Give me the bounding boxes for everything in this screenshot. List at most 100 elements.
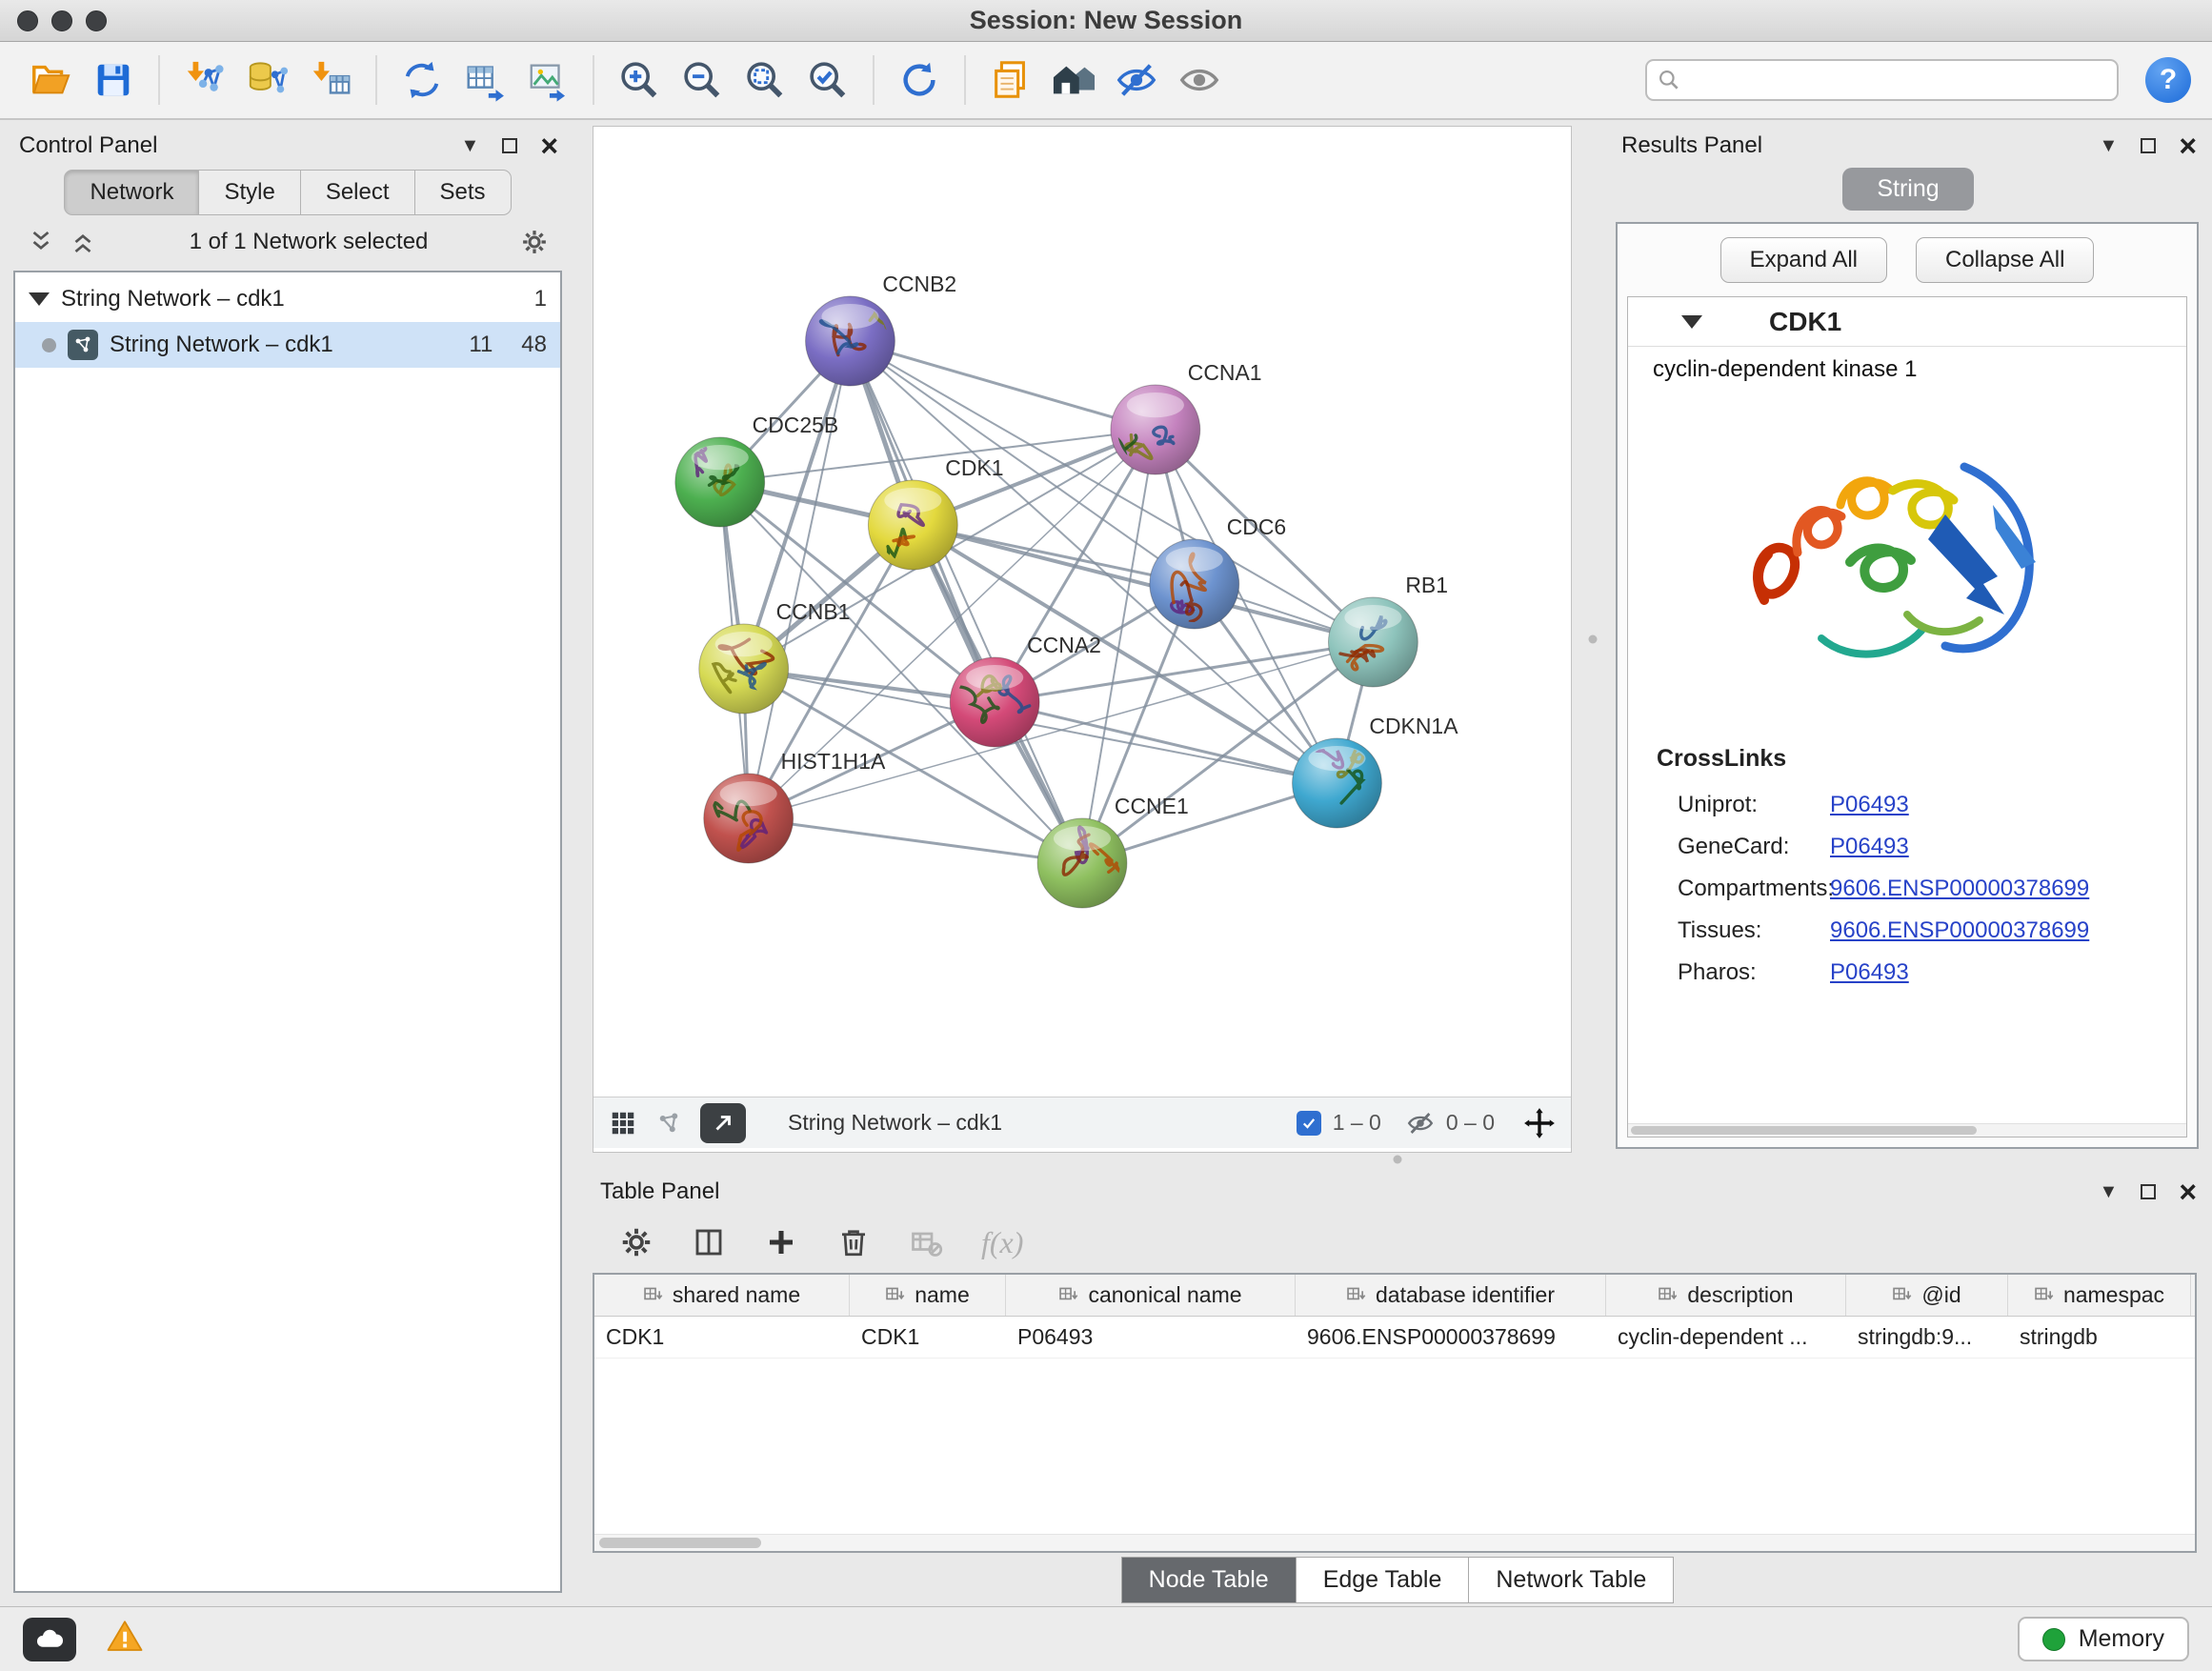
expand-all-button[interactable]: Expand All [1720,237,1887,283]
close-panel-icon[interactable]: × [2179,1177,2197,1207]
birdseye-grid-icon[interactable] [609,1109,637,1137]
tab-node-table[interactable]: Node Table [1121,1557,1297,1603]
node-CDC6[interactable]: CDC6 [1150,514,1286,629]
tab-sets[interactable]: Sets [415,170,512,215]
float-panel-icon[interactable] [2137,134,2160,157]
function-builder-button[interactable]: f(x) [981,1225,1023,1260]
show-columns-icon[interactable] [692,1225,726,1259]
tab-style[interactable]: Style [199,170,300,215]
move-crosshair-icon[interactable] [1523,1107,1556,1139]
gear-icon[interactable] [520,228,549,256]
collapse-all-button[interactable]: Collapse All [1916,237,2094,283]
import-network-file-button[interactable] [175,50,234,110]
edge-CCNA2-CDKN1A[interactable] [995,702,1337,783]
node-CDK1[interactable]: CDK1 [868,455,1003,576]
panel-menu-icon[interactable]: ▼ [461,135,480,157]
horizontal-splitter[interactable] [593,1153,2202,1166]
node-CDKN1A[interactable]: CDKN1A [1293,714,1459,828]
node-CCNA1[interactable]: CCNA1 [1111,360,1262,480]
network-canvas[interactable]: CCNB2CCNA1CDC25BCDK1CDC6RB1CCNB1CCNA2CDK… [593,127,1571,1097]
maximize-window-button[interactable] [86,10,107,31]
column-header-database-identifier[interactable]: database identifier [1296,1275,1606,1316]
table-cell[interactable]: CDK1 [850,1317,1006,1358]
close-window-button[interactable] [17,10,38,31]
panel-menu-icon[interactable]: ▼ [2100,1181,2119,1203]
table-cell[interactable]: cyclin-dependent ... [1606,1317,1846,1358]
edge-CCNB2-CCNA1[interactable] [850,341,1155,430]
tab-string[interactable]: String [1842,168,1973,211]
network-overview-icon[interactable] [654,1109,683,1137]
memory-button[interactable]: Memory [2018,1617,2189,1661]
protein-section-header[interactable]: CDK1 [1628,297,2186,347]
detach-view-button[interactable] [700,1103,746,1143]
pharos-link[interactable]: P06493 [1830,959,1909,986]
zoom-out-button[interactable] [673,50,732,110]
float-panel-icon[interactable] [2137,1180,2160,1203]
table-settings-gear-icon[interactable] [619,1225,654,1259]
vertical-splitter[interactable] [1572,126,1614,1153]
column-header-namespac[interactable]: namespac [2008,1275,2191,1316]
node-RB1[interactable]: RB1 [1328,573,1447,687]
section-expand-icon[interactable] [1681,315,1702,329]
zoom-in-button[interactable] [610,50,669,110]
help-button[interactable]: ? [2145,57,2191,103]
node-CCNE1[interactable]: CCNE1 [1037,794,1189,908]
import-table-button[interactable] [301,50,360,110]
zoom-fit-button[interactable] [735,50,794,110]
close-panel-icon[interactable]: × [2179,131,2197,161]
delete-column-icon[interactable] [836,1225,871,1259]
clear-table-icon[interactable] [909,1225,943,1259]
tab-select[interactable]: Select [301,170,415,215]
table-cell[interactable]: CDK1 [594,1317,850,1358]
compartments-link[interactable]: 9606.ENSP00000378699 [1830,876,2089,902]
search-input[interactable] [1689,68,2107,92]
hidden-eye-slash-icon[interactable] [1406,1109,1435,1137]
hide-graphics-details-button[interactable] [1107,50,1166,110]
column-header--id[interactable]: @id [1846,1275,2008,1316]
close-panel-icon[interactable]: × [540,131,558,161]
float-panel-icon[interactable] [498,134,521,157]
horizontal-scrollbar[interactable] [1628,1123,2186,1137]
table-cell[interactable]: stringdb:9... [1846,1317,2008,1358]
table-row[interactable]: CDK1CDK1P064939606.ENSP00000378699cyclin… [594,1317,2195,1359]
clone-network-button[interactable] [392,50,452,110]
minimize-window-button[interactable] [51,10,72,31]
zoom-selected-button[interactable] [798,50,857,110]
panel-menu-icon[interactable]: ▼ [2100,135,2119,157]
tab-network[interactable]: Network [64,170,199,215]
show-graphics-details-button[interactable] [1170,50,1229,110]
expand-all-icon[interactable] [69,228,97,256]
copy-button[interactable] [981,50,1040,110]
table-cell[interactable]: 9606.ENSP00000378699 [1296,1317,1606,1358]
tab-network-table[interactable]: Network Table [1469,1557,1674,1603]
table-cell[interactable]: P06493 [1006,1317,1296,1358]
save-session-button[interactable] [84,50,143,110]
node-CCNB1[interactable]: CCNB1 [699,599,851,714]
home-button[interactable] [1044,50,1103,110]
uniprot-link[interactable]: P06493 [1830,792,1909,818]
collection-expand-icon[interactable] [29,292,50,306]
edge-CCNB2-CCNE1[interactable] [850,341,1082,863]
table-horizontal-scrollbar[interactable] [594,1534,2195,1551]
network-graph[interactable]: CCNB2CCNA1CDC25BCDK1CDC6RB1CCNB1CCNA2CDK… [593,127,1571,1097]
table-cell[interactable]: stringdb [2008,1317,2191,1358]
selected-checkbox-icon[interactable] [1297,1111,1321,1136]
cloud-button[interactable] [23,1618,76,1661]
tab-edge-table[interactable]: Edge Table [1297,1557,1470,1603]
warnings-button[interactable] [105,1617,145,1661]
column-header-description[interactable]: description [1606,1275,1846,1316]
export-table-button[interactable] [455,50,514,110]
genecard-link[interactable]: P06493 [1830,834,1909,860]
node-CCNB2[interactable]: CCNB2 [806,272,957,386]
add-column-icon[interactable] [764,1225,798,1259]
column-header-name[interactable]: name [850,1275,1006,1316]
edge-HIST1H1A-CCNE1[interactable] [749,818,1082,863]
refresh-button[interactable] [890,50,949,110]
export-image-button[interactable] [518,50,577,110]
import-network-database-button[interactable] [238,50,297,110]
network-row[interactable]: String Network – cdk1 11 48 [15,322,560,368]
collapse-all-icon[interactable] [27,228,55,256]
edge-CDK1-RB1[interactable] [913,525,1373,642]
tissues-link[interactable]: 9606.ENSP00000378699 [1830,917,2089,944]
column-header-canonical-name[interactable]: canonical name [1006,1275,1296,1316]
